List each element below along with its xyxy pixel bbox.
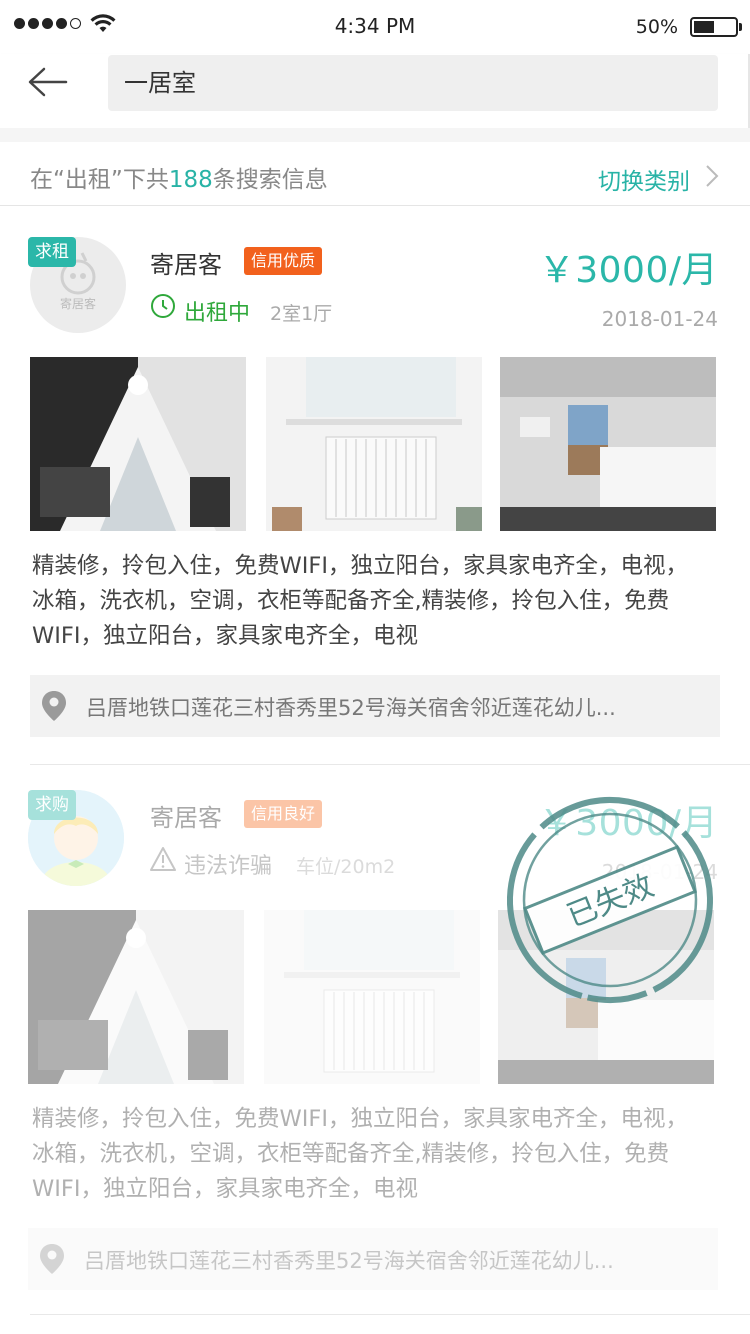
- credit-badge: 信用优质: [244, 247, 323, 275]
- listing-photo-2[interactable]: [264, 910, 480, 1084]
- chevron-right-icon[interactable]: [704, 164, 720, 188]
- expired-stamp: 已失效: [507, 797, 713, 1003]
- address-text: 吕厝地铁口莲花三村香秀里52号海关宿舍邻近莲花幼儿...: [84, 1249, 614, 1273]
- back-arrow-icon[interactable]: [26, 62, 74, 102]
- listing-type-tag: 求购: [28, 790, 76, 820]
- switch-category-button[interactable]: 切换类别: [598, 162, 690, 196]
- listing-photo-2[interactable]: [266, 357, 482, 531]
- warning-icon: [150, 847, 176, 871]
- post-date: 2018-01-24: [601, 307, 718, 331]
- search-input[interactable]: 一居室: [108, 55, 718, 111]
- result-count: 188: [168, 167, 213, 193]
- status-bar: 4:34 PM 50%: [0, 0, 750, 54]
- result-prefix: 在“出租”下共: [30, 167, 169, 193]
- listing-photo-3[interactable]: [500, 357, 716, 531]
- listing-divider: [30, 1314, 750, 1315]
- battery-percent: 50%: [635, 16, 678, 38]
- user-name: 寄居客: [150, 804, 222, 832]
- section-gap: [0, 128, 750, 142]
- search-header: 一居室: [0, 54, 750, 128]
- user-name: 寄居客: [150, 251, 222, 279]
- result-count-text: 在“出租”下共188条搜索信息: [30, 160, 328, 194]
- rent-status: 违法诈骗: [184, 854, 273, 879]
- address-bar[interactable]: 吕厝地铁口莲花三村香秀里52号海关宿舍邻近莲花幼儿...: [30, 675, 720, 737]
- room-layout: 2室1厅: [270, 303, 333, 325]
- listing-photo-1[interactable]: [30, 357, 246, 531]
- listing-description: 精装修，拎包入住，免费WIFI，独立阳台，家具家电齐全，电视，冰箱，洗衣机，空调…: [32, 1106, 688, 1202]
- clock-icon: [151, 294, 175, 318]
- address-bar[interactable]: 吕厝地铁口莲花三村香秀里52号海关宿舍邻近莲花幼儿...: [28, 1228, 718, 1290]
- result-suffix: 条搜索信息: [212, 167, 328, 193]
- price: ￥3000/月: [538, 250, 718, 291]
- listing-type-tag: 求租: [28, 237, 76, 267]
- location-pin-icon: [42, 691, 66, 721]
- location-pin-icon: [40, 1244, 64, 1274]
- credit-badge: 信用良好: [244, 800, 323, 828]
- rent-status: 出租中: [184, 301, 251, 326]
- address-text: 吕厝地铁口莲花三村香秀里52号海关宿舍邻近莲花幼儿...: [86, 696, 616, 720]
- result-summary-bar: 在“出租”下共188条搜索信息 切换类别: [0, 142, 750, 206]
- room-layout: 车位/20m2: [296, 856, 396, 878]
- listing-divider: [30, 764, 750, 765]
- listing-photo-1[interactable]: [28, 910, 244, 1084]
- battery-icon: [690, 17, 742, 37]
- listing-description: 精装修，拎包入住，免费WIFI，独立阳台，家具家电齐全，电视，冰箱，洗衣机，空调…: [32, 553, 688, 649]
- avatar-logo-text: 寄居客: [59, 297, 96, 311]
